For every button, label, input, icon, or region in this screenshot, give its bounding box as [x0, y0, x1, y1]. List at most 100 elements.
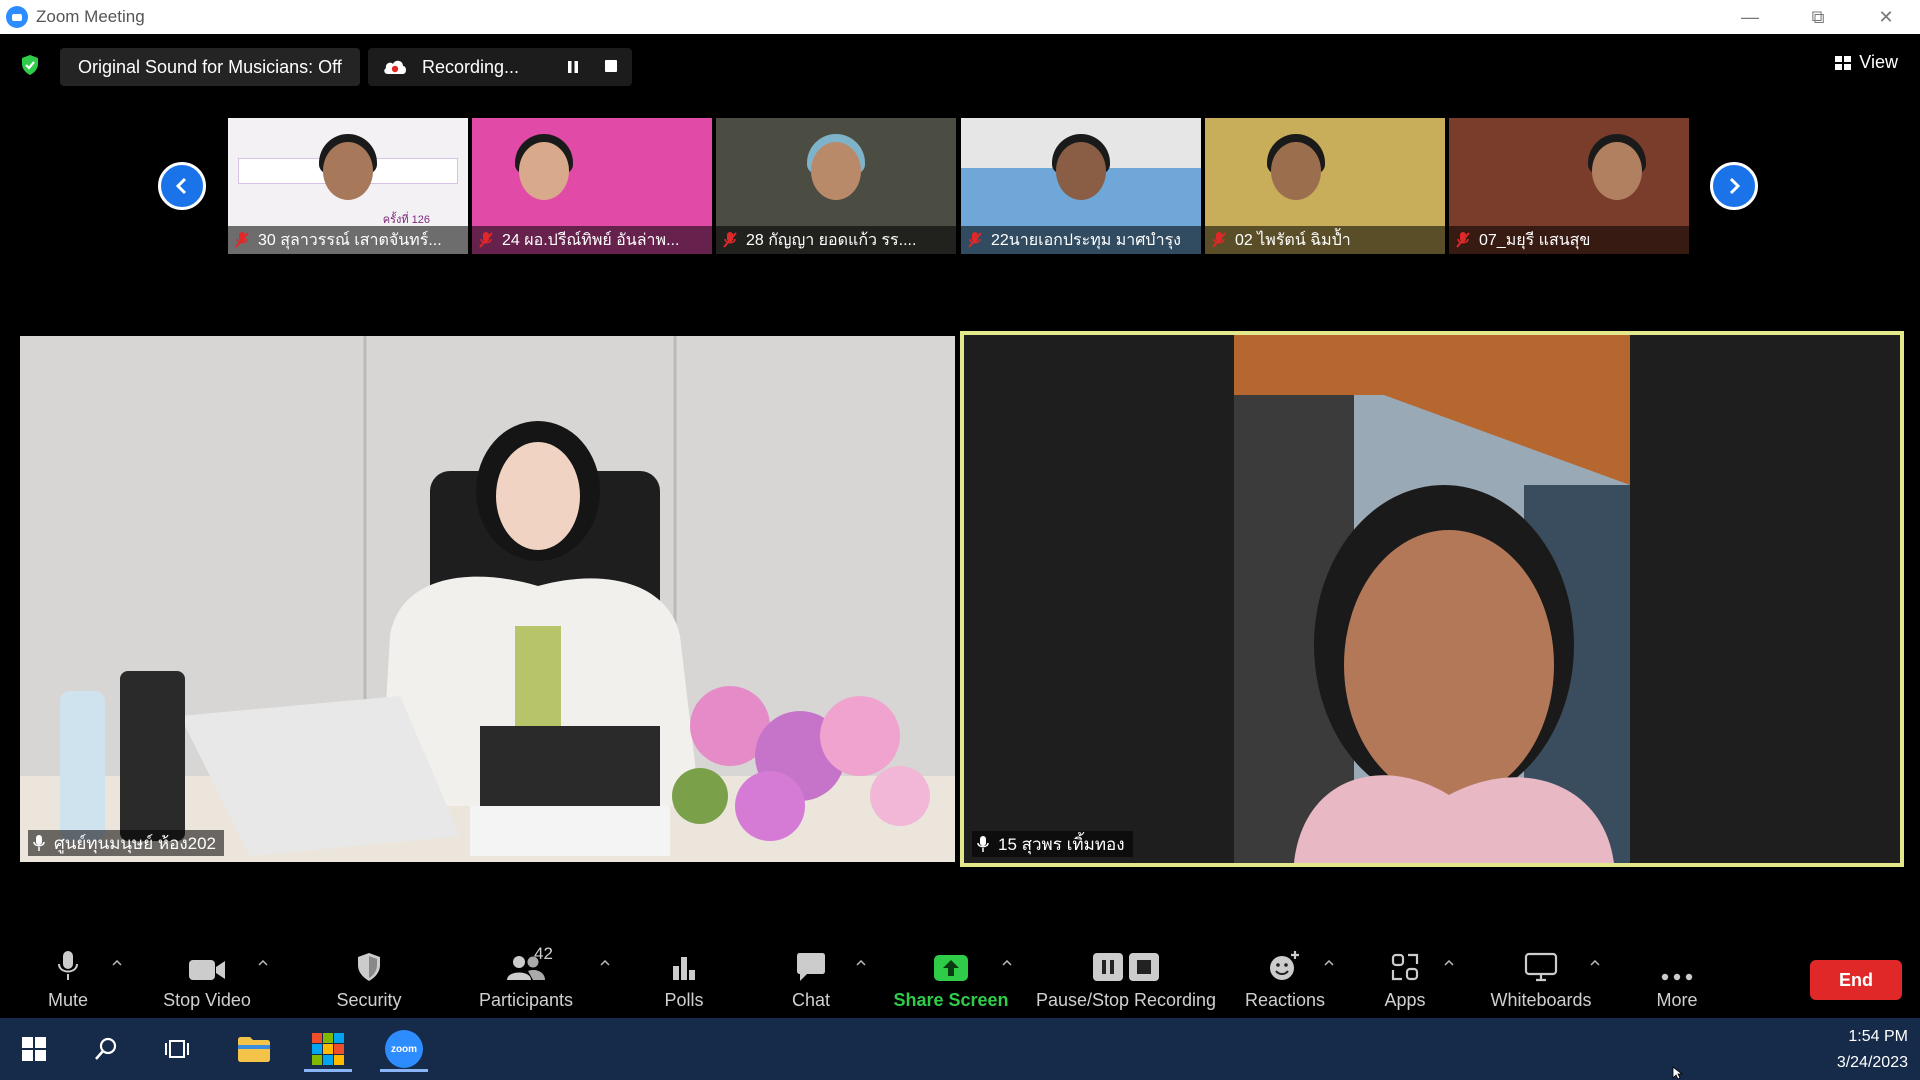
participant-name-tag: 15 สุวพร เทิ้มทอง: [972, 831, 1133, 857]
taskbar-app-tiles[interactable]: [300, 1026, 356, 1072]
mic-icon: [33, 835, 45, 851]
stop-recording-icon[interactable]: [605, 60, 617, 72]
stop-video-label: Stop Video: [163, 990, 251, 1010]
mouse-cursor-icon: [1672, 1066, 1684, 1080]
original-sound-button[interactable]: Original Sound for Musicians: Off: [60, 48, 360, 86]
participants-button[interactable]: 42 Participants: [478, 944, 574, 1011]
participant-figure: [1592, 142, 1642, 200]
main-video-tile-right[interactable]: 15 สุวพร เทิ้มทอง: [960, 331, 1904, 867]
whiteboards-button[interactable]: Whiteboards: [1486, 948, 1596, 1011]
participant-thumbnail[interactable]: ครั้งที่ 126 30 สุลาวรรณ์ เสาตจันทร์...: [228, 118, 468, 254]
chevron-up-icon[interactable]: [1324, 960, 1334, 966]
speaker-name-tag: ศูนย์ทุนมนุษย์ ห้อง202: [28, 830, 224, 856]
search-button[interactable]: [78, 1026, 134, 1072]
participant-figure: [1271, 142, 1322, 200]
participants-label: Participants: [478, 990, 574, 1010]
mute-label: Mute: [47, 990, 89, 1010]
recording-label: Recording...: [422, 56, 520, 77]
muted-mic-icon: [479, 232, 493, 248]
search-icon: [95, 1037, 117, 1060]
main-video-tile-left[interactable]: ศูนย์ทุนมนุษย์ ห้อง202: [20, 336, 955, 862]
share-screen-button[interactable]: Share Screen: [893, 948, 1009, 1011]
pause-stop-icon: [1093, 953, 1159, 981]
thumbnail-name: 22นายเอกประทุม มาศบำรุง: [991, 231, 1181, 249]
close-icon[interactable]: ✕: [1852, 0, 1920, 34]
participant-figure: [519, 142, 569, 200]
apps-label: Apps: [1384, 990, 1426, 1010]
file-explorer-button[interactable]: [226, 1026, 282, 1072]
participant-thumbnail[interactable]: 28 กัญญา ยอดแก้ว รร....: [716, 118, 956, 254]
microphone-icon: [58, 951, 78, 980]
zoom-logo-icon: [6, 6, 28, 28]
chevron-up-icon[interactable]: [856, 960, 866, 966]
app-tiles-icon: [312, 1033, 344, 1065]
polls-button[interactable]: Polls: [660, 948, 708, 1011]
share-screen-icon: [934, 955, 968, 981]
thumbnail-name-tag: 28 กัญญา ยอดแก้ว รร....: [716, 226, 956, 254]
muted-mic-icon: [235, 232, 249, 248]
windows-logo-icon: [22, 1037, 46, 1061]
previous-page-button[interactable]: [158, 162, 206, 210]
share-screen-label: Share Screen: [893, 990, 1009, 1010]
gallery-thumbnail-strip: ครั้งที่ 126 30 สุลาวรรณ์ เสาตจันทร์... …: [0, 118, 1920, 254]
smiley-plus-icon: [1270, 951, 1299, 980]
participant-thumbnail[interactable]: 22นายเอกประทุม มาศบำรุง: [961, 118, 1201, 254]
participant-figure: [1056, 142, 1106, 200]
stop-video-button[interactable]: Stop Video: [162, 948, 252, 1011]
pause-recording-icon[interactable]: [566, 60, 580, 74]
participant-thumbnail[interactable]: 07_มยุรี แสนสุข: [1449, 118, 1689, 254]
mic-icon: [977, 836, 989, 852]
whiteboard-icon: [1524, 952, 1558, 982]
more-button[interactable]: More: [1654, 948, 1700, 1011]
security-button[interactable]: Security: [334, 948, 404, 1011]
participant-thumbnail[interactable]: 02 ไพรัตน์ ฉิมป้ำ: [1205, 118, 1445, 254]
zoom-app-label: zoom: [390, 1043, 418, 1055]
windows-taskbar: zoom 1:54 PM 3/24/2023: [0, 1018, 1920, 1080]
apps-icon: [1391, 953, 1419, 981]
speaker-video: [20, 336, 955, 862]
chat-bubble-icon: [797, 953, 825, 981]
end-meeting-button[interactable]: End: [1810, 960, 1902, 1000]
participant-figure: [323, 142, 373, 200]
chevron-up-icon[interactable]: [1590, 960, 1600, 966]
next-page-button[interactable]: [1710, 162, 1758, 210]
more-dots-icon: [1661, 973, 1693, 981]
task-view-icon: [165, 1040, 189, 1058]
participants-count: 42: [534, 944, 553, 963]
cloud-recording-icon: [384, 60, 406, 74]
system-clock[interactable]: 1:54 PM 3/24/2023: [1837, 1024, 1908, 1076]
pause-stop-recording-button[interactable]: Pause/Stop Recording: [1036, 948, 1216, 1011]
reactions-button[interactable]: Reactions: [1244, 948, 1326, 1011]
minimize-icon[interactable]: —: [1716, 0, 1784, 34]
view-button[interactable]: View: [1835, 52, 1898, 73]
clock-date: 3/24/2023: [1836, 1054, 1908, 1071]
thumbnail-name: 24 ผอ.ปรีณ์ทิพย์ อันล่าพ...: [502, 231, 680, 249]
apps-button[interactable]: Apps: [1382, 948, 1428, 1011]
chevron-up-icon[interactable]: [600, 960, 610, 966]
encryption-shield-icon[interactable]: [20, 54, 40, 76]
bar-chart-icon: [673, 957, 695, 980]
video-camera-icon: [189, 960, 225, 980]
muted-mic-icon: [723, 232, 737, 248]
reactions-label: Reactions: [1244, 990, 1326, 1010]
chat-label: Chat: [791, 990, 831, 1010]
restore-icon[interactable]: ⧉: [1784, 0, 1852, 34]
chat-button[interactable]: Chat: [790, 948, 832, 1011]
thumbnail-name-tag: 24 ผอ.ปรีณ์ทิพย์ อันล่าพ...: [472, 226, 712, 254]
chevron-left-icon: [175, 177, 187, 195]
view-label: View: [1859, 52, 1898, 72]
chevron-up-icon[interactable]: [258, 960, 268, 966]
participant-thumbnail[interactable]: 24 ผอ.ปรีณ์ทิพย์ อันล่าพ...: [472, 118, 712, 254]
chevron-up-icon[interactable]: [112, 960, 122, 966]
thumbnail-name: 02 ไพรัตน์ ฉิมป้ำ: [1235, 231, 1351, 249]
chevron-up-icon[interactable]: [1002, 960, 1012, 966]
grid-view-icon: [1835, 55, 1852, 70]
mute-button[interactable]: Mute: [44, 948, 92, 1011]
start-button[interactable]: [6, 1026, 62, 1072]
thumbnail-name: 28 กัญญา ยอดแก้ว รร....: [746, 231, 917, 249]
participant-name: 15 สุวพร เทิ้มทอง: [998, 834, 1125, 854]
pause-stop-recording-label: Pause/Stop Recording: [1035, 990, 1217, 1010]
task-view-button[interactable]: [150, 1026, 206, 1072]
chevron-up-icon[interactable]: [1444, 960, 1454, 966]
taskbar-zoom[interactable]: zoom: [376, 1026, 432, 1072]
